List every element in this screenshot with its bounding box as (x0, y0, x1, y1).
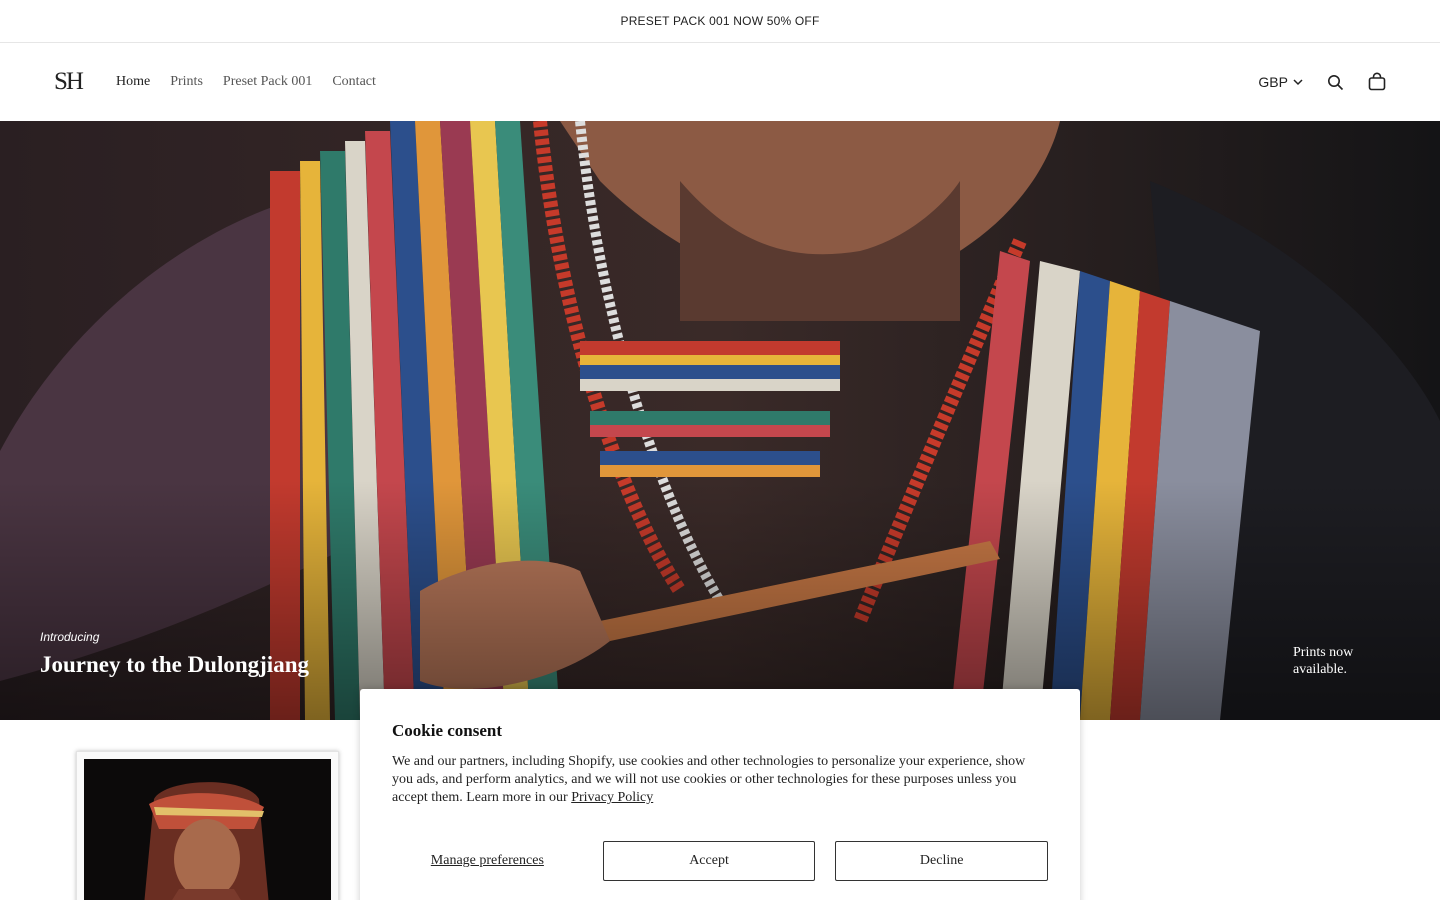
hero-side-text: Prints now available. (1293, 645, 1354, 677)
currency-label: GBP (1258, 74, 1288, 90)
cookie-title: Cookie consent (392, 721, 503, 740)
decline-button[interactable]: Decline (835, 841, 1048, 881)
site-header: SH Home Prints Preset Pack 001 Contact G… (0, 43, 1440, 121)
header-actions: GBP (1258, 71, 1388, 93)
featured-print-image (84, 759, 331, 900)
announcement-text: PRESET PACK 001 NOW 50% OFF (620, 14, 820, 28)
cookie-actions: Manage preferences Accept Decline (392, 841, 1048, 881)
cart-button[interactable] (1366, 71, 1388, 93)
announcement-bar: PRESET PACK 001 NOW 50% OFF (0, 0, 1440, 43)
hero-eyebrow: Introducing (40, 630, 100, 644)
manage-preferences-link[interactable]: Manage preferences (392, 853, 583, 869)
nav-contact[interactable]: Contact (332, 74, 376, 90)
search-icon (1327, 74, 1343, 90)
featured-print-thumbnail[interactable] (76, 751, 339, 900)
hero-banner[interactable]: Introducing Journey to the Dulongjiang P… (0, 121, 1440, 720)
privacy-policy-link[interactable]: Privacy Policy (571, 790, 653, 805)
nav-preset-pack[interactable]: Preset Pack 001 (223, 74, 312, 90)
hero-title: Journey to the Dulongjiang (40, 652, 309, 677)
cookie-body: We and our partners, including Shopify, … (392, 754, 1026, 805)
nav-prints[interactable]: Prints (170, 74, 203, 90)
main-nav: Home Prints Preset Pack 001 Contact (116, 74, 376, 90)
cart-icon (1368, 72, 1386, 91)
hero-text: Introducing Journey to the Dulongjiang (40, 630, 309, 678)
logo[interactable]: SH (54, 68, 116, 96)
accept-button[interactable]: Accept (602, 841, 816, 881)
chevron-down-icon (1293, 79, 1303, 86)
search-button[interactable] (1324, 71, 1346, 93)
currency-selector[interactable]: GBP (1258, 74, 1304, 90)
nav-home[interactable]: Home (116, 74, 150, 90)
cookie-consent-dialog: Cookie consent We and our partners, incl… (360, 689, 1080, 900)
cookie-text: We and our partners, including Shopify, … (392, 753, 1042, 807)
